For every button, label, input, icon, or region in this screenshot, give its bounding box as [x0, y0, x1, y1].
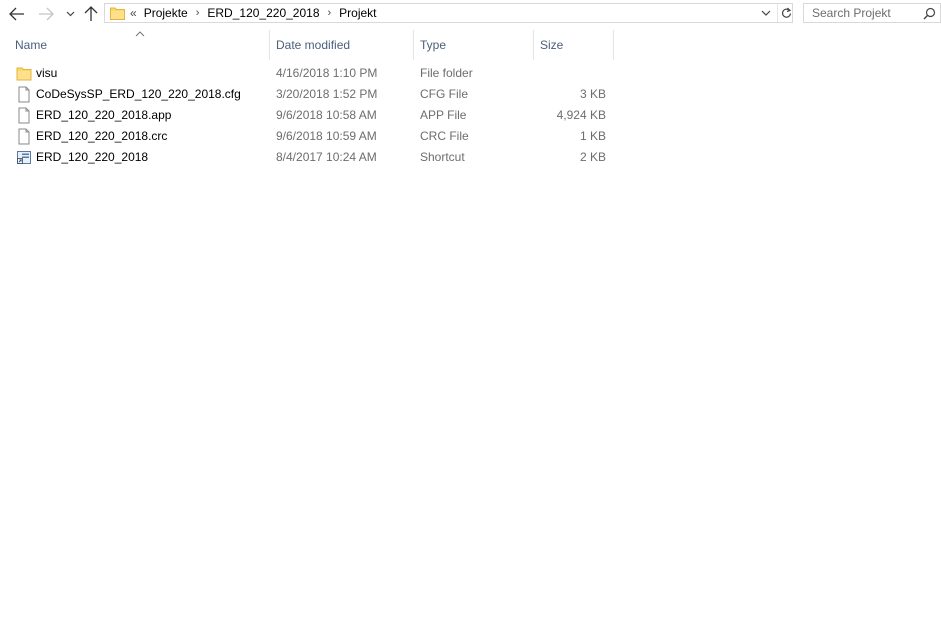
column-header-date-label: Date modified [276, 38, 351, 52]
column-header-size-label: Size [540, 38, 564, 52]
file-icon [18, 86, 30, 103]
back-button[interactable] [6, 3, 28, 25]
file-type: APP File [420, 108, 467, 122]
file-date: 3/20/2018 1:52 PM [276, 87, 378, 101]
file-type: CRC File [420, 129, 469, 143]
file-size: 4,924 KB [556, 108, 606, 122]
file-type: File folder [420, 66, 473, 80]
up-button[interactable] [81, 3, 101, 25]
shortcut-icon [17, 151, 31, 164]
file-type: CFG File [420, 87, 468, 101]
file-size: 3 KB [579, 87, 606, 101]
column-header-size[interactable]: Size [534, 30, 614, 60]
file-date: 8/4/2017 10:24 AM [276, 150, 377, 164]
breadcrumb: « Projekte › ERD_120_220_2018 › Projekt [130, 4, 377, 22]
file-row-cfg[interactable]: CoDeSysSP_ERD_120_220_2018.cfg 3/20/2018… [9, 84, 614, 105]
file-icon [18, 128, 30, 145]
refresh-icon [781, 7, 791, 18]
file-size: 1 KB [579, 129, 606, 143]
file-name: ERD_120_220_2018.app [36, 108, 172, 122]
file-name: CoDeSysSP_ERD_120_220_2018.cfg [36, 87, 241, 101]
column-headers: Name Date modified Type Size [0, 30, 941, 60]
file-size [534, 63, 606, 84]
breadcrumb-item-projekt[interactable]: Projekt [339, 6, 376, 20]
arrow-up-icon [84, 6, 98, 21]
file-type: Shortcut [420, 150, 465, 164]
file-name: visu [36, 66, 58, 80]
navigation-bar: « Projekte › ERD_120_220_2018 › Projekt [0, 0, 941, 28]
breadcrumb-item-erd-120-220-2018[interactable]: ERD_120_220_2018 [207, 6, 319, 20]
search-icon[interactable] [923, 7, 936, 20]
column-header-type[interactable]: Type [414, 30, 534, 60]
file-name: ERD_120_220_2018.crc [36, 129, 168, 143]
breadcrumb-overflow[interactable]: « [130, 6, 137, 20]
file-row-crc[interactable]: ERD_120_220_2018.crc 9/6/2018 10:59 AM C… [9, 126, 614, 147]
file-date: 9/6/2018 10:59 AM [276, 129, 377, 143]
file-name: ERD_120_220_2018 [36, 150, 149, 164]
breadcrumb-separator[interactable]: › [196, 7, 200, 19]
arrow-left-icon [9, 7, 24, 21]
file-size: 2 KB [579, 150, 606, 164]
file-explorer-window: « Projekte › ERD_120_220_2018 › Projekt [0, 0, 941, 630]
file-row-app[interactable]: ERD_120_220_2018.app 9/6/2018 10:58 AM A… [9, 105, 614, 126]
file-row-shortcut[interactable]: ERD_120_220_2018 8/4/2017 10:24 AM Short… [9, 147, 614, 168]
refresh-button[interactable] [777, 4, 794, 22]
file-date: 4/16/2018 1:10 PM [276, 66, 378, 80]
column-header-name-label: Name [15, 38, 48, 52]
address-dropdown-button[interactable] [757, 4, 775, 22]
file-date: 9/6/2018 10:58 AM [276, 108, 377, 122]
file-row-visu[interactable]: visu 4/16/2018 1:10 PM File folder [9, 63, 614, 84]
folder-icon [110, 7, 125, 20]
address-bar[interactable]: « Projekte › ERD_120_220_2018 › Projekt [104, 3, 793, 23]
recent-locations-button[interactable] [62, 3, 78, 25]
chevron-down-icon [66, 11, 74, 17]
arrow-right-icon [39, 7, 54, 21]
file-icon [18, 107, 30, 124]
breadcrumb-separator[interactable]: › [328, 7, 332, 19]
breadcrumb-item-projekte[interactable]: Projekte [144, 6, 188, 20]
search-box[interactable] [803, 3, 941, 23]
column-header-date-modified[interactable]: Date modified [270, 30, 414, 60]
folder-icon [16, 67, 32, 81]
column-header-name[interactable]: Name [9, 30, 270, 60]
chevron-down-icon [761, 10, 771, 16]
search-input[interactable] [804, 4, 924, 22]
column-header-type-label: Type [420, 38, 447, 52]
forward-button[interactable] [35, 3, 57, 25]
